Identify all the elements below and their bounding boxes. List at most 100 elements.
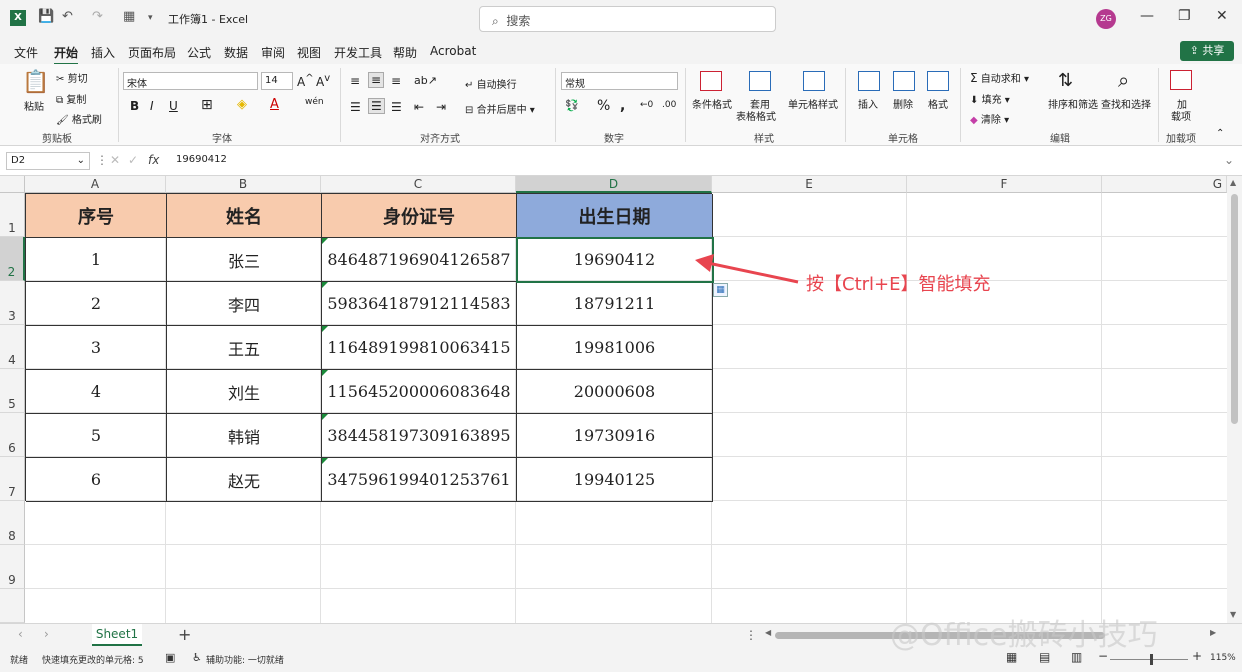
column-header[interactable]: C	[321, 176, 516, 193]
align-top-icon[interactable]: ≡	[350, 74, 360, 88]
increase-decimal-icon[interactable]: ←0	[640, 100, 653, 110]
table-cell[interactable]: 20000608	[517, 370, 713, 414]
table-cell[interactable]: 韩销	[167, 414, 322, 458]
name-box[interactable]: D2 ⌄	[6, 152, 90, 170]
prev-sheet-icon[interactable]: ‹	[18, 627, 23, 641]
font-color-icon[interactable]: A	[270, 97, 279, 112]
next-sheet-icon[interactable]: ›	[44, 627, 49, 641]
status-accessibility[interactable]: 辅助功能: 一切就绪	[206, 653, 284, 666]
row-header[interactable]	[0, 589, 25, 623]
fill-color-icon[interactable]: ◈	[237, 97, 247, 112]
cut-button[interactable]: ✂ 剪切	[56, 70, 88, 85]
tab-view[interactable]: 视图	[297, 44, 321, 61]
table-cell[interactable]: 116489199810063415	[322, 326, 517, 370]
align-left-icon[interactable]: ☰	[350, 100, 361, 114]
table-cell[interactable]: 598364187912114583	[322, 282, 517, 326]
row-header[interactable]: 3	[0, 281, 25, 325]
find-select-button[interactable]: 查找和选择	[1101, 96, 1151, 111]
bold-icon[interactable]: B	[130, 99, 139, 113]
avatar[interactable]: ZG	[1096, 9, 1116, 29]
table-cell[interactable]: 846487196904126587	[322, 238, 517, 282]
addins-label2[interactable]: 载项	[1171, 108, 1191, 123]
formula-input[interactable]: 19690412	[176, 154, 227, 165]
align-bottom-icon[interactable]: ≡	[391, 74, 401, 88]
column-header[interactable]: F	[907, 176, 1102, 193]
table-cell[interactable]: 王五	[167, 326, 322, 370]
row-header[interactable]: 7	[0, 457, 25, 501]
underline-icon[interactable]: U	[169, 99, 178, 113]
zoom-in-icon[interactable]: +	[1192, 649, 1202, 663]
fill-button[interactable]: ⬇ 填充 ▾	[970, 91, 1010, 106]
merge-center-button[interactable]: ⊟ 合并后居中 ▾	[465, 101, 535, 116]
minimize-icon[interactable]: —	[1140, 8, 1154, 24]
format-cells-button[interactable]: 格式	[928, 96, 948, 111]
row-header[interactable]: 9	[0, 545, 25, 589]
comma-icon[interactable]: ,	[620, 98, 625, 114]
header-cell[interactable]: 身份证号	[322, 194, 517, 238]
row-header[interactable]: 5	[0, 369, 25, 413]
insert-cells-icon[interactable]	[858, 71, 880, 91]
undo-icon[interactable]: ↶	[62, 9, 73, 24]
copy-button[interactable]: ⧉ 复制	[56, 91, 86, 106]
row-header[interactable]: 1	[0, 193, 25, 237]
tab-formulas[interactable]: 公式	[187, 44, 211, 61]
add-sheet-button[interactable]: +	[178, 625, 191, 644]
cancel-icon[interactable]: ✕	[110, 153, 120, 167]
expand-formula-icon[interactable]: ⌄	[1224, 153, 1234, 167]
format-painter-button[interactable]: 🖌 格式刷	[56, 111, 102, 126]
table-cell[interactable]: 115645200006083648	[322, 370, 517, 414]
table-cell[interactable]: 3	[26, 326, 167, 370]
table-cell[interactable]: 18791211	[517, 282, 713, 326]
enter-icon[interactable]: ✓	[128, 153, 138, 167]
align-right-icon[interactable]: ☰	[391, 100, 402, 114]
delete-cells-button[interactable]: 删除	[893, 96, 913, 111]
insert-function-icon[interactable]: fx	[148, 153, 159, 167]
format-cells-icon[interactable]	[927, 71, 949, 91]
table-cell[interactable]: 19730916	[517, 414, 713, 458]
table-cell[interactable]: 19981006	[517, 326, 713, 370]
increase-indent-icon[interactable]: ⇥	[436, 100, 446, 114]
clear-button[interactable]: ◆ 清除 ▾	[970, 111, 1009, 126]
orientation-icon[interactable]: ab↗	[414, 74, 437, 87]
wrap-text-button[interactable]: ↵ 自动换行	[465, 76, 517, 91]
tab-review[interactable]: 审阅	[261, 44, 285, 61]
save-icon[interactable]: 💾	[38, 9, 54, 24]
currency-icon[interactable]: 💱	[565, 99, 579, 112]
table-cell[interactable]: 384458197309163895	[322, 414, 517, 458]
close-icon[interactable]: ✕	[1216, 8, 1228, 24]
table-cell[interactable]: 刘生	[167, 370, 322, 414]
sort-filter-button[interactable]: 排序和筛选	[1048, 96, 1098, 111]
conditional-format-button[interactable]: 条件格式	[692, 96, 732, 111]
column-header[interactable]: A	[25, 176, 166, 193]
table-cell[interactable]: 李四	[167, 282, 322, 326]
table-cell[interactable]: 赵无	[167, 458, 322, 502]
share-button[interactable]: ⇪ 共享	[1180, 41, 1234, 61]
cell-styles-icon[interactable]	[803, 71, 825, 91]
customize-chevron-icon[interactable]: ▾	[148, 13, 153, 23]
column-header[interactable]: E	[712, 176, 907, 193]
format-as-table-icon[interactable]	[749, 71, 771, 91]
shrink-font-icon[interactable]: Av	[316, 73, 330, 89]
macro-record-icon[interactable]: ▣	[165, 651, 175, 664]
format-as-table-label2[interactable]: 表格格式	[736, 108, 776, 123]
tab-developer[interactable]: 开发工具	[334, 44, 382, 61]
phonetic-icon[interactable]: wén	[305, 97, 324, 107]
table-cell[interactable]: 2	[26, 282, 167, 326]
conditional-format-icon[interactable]	[700, 71, 722, 91]
italic-icon[interactable]: I	[150, 99, 154, 113]
scroll-down-icon[interactable]: ▼	[1230, 610, 1236, 619]
font-size-combo[interactable]: 14	[261, 72, 293, 90]
find-icon[interactable]: ⌕	[1118, 68, 1129, 92]
select-all-corner[interactable]	[0, 176, 25, 193]
zoom-slider[interactable]	[1110, 654, 1188, 665]
scroll-up-icon[interactable]: ▲	[1230, 178, 1236, 187]
header-cell[interactable]: 姓名	[167, 194, 322, 238]
number-format-combo[interactable]: 常规	[561, 72, 678, 90]
sheet-tab[interactable]: Sheet1	[92, 624, 142, 646]
tab-acrobat[interactable]: Acrobat	[430, 44, 476, 58]
border-icon[interactable]: ⊞	[201, 97, 213, 113]
align-middle-icon[interactable]: ≡	[368, 72, 385, 88]
tab-home[interactable]: 开始	[54, 44, 79, 65]
row-header[interactable]: 8	[0, 501, 25, 545]
column-header[interactable]: D	[516, 176, 712, 193]
